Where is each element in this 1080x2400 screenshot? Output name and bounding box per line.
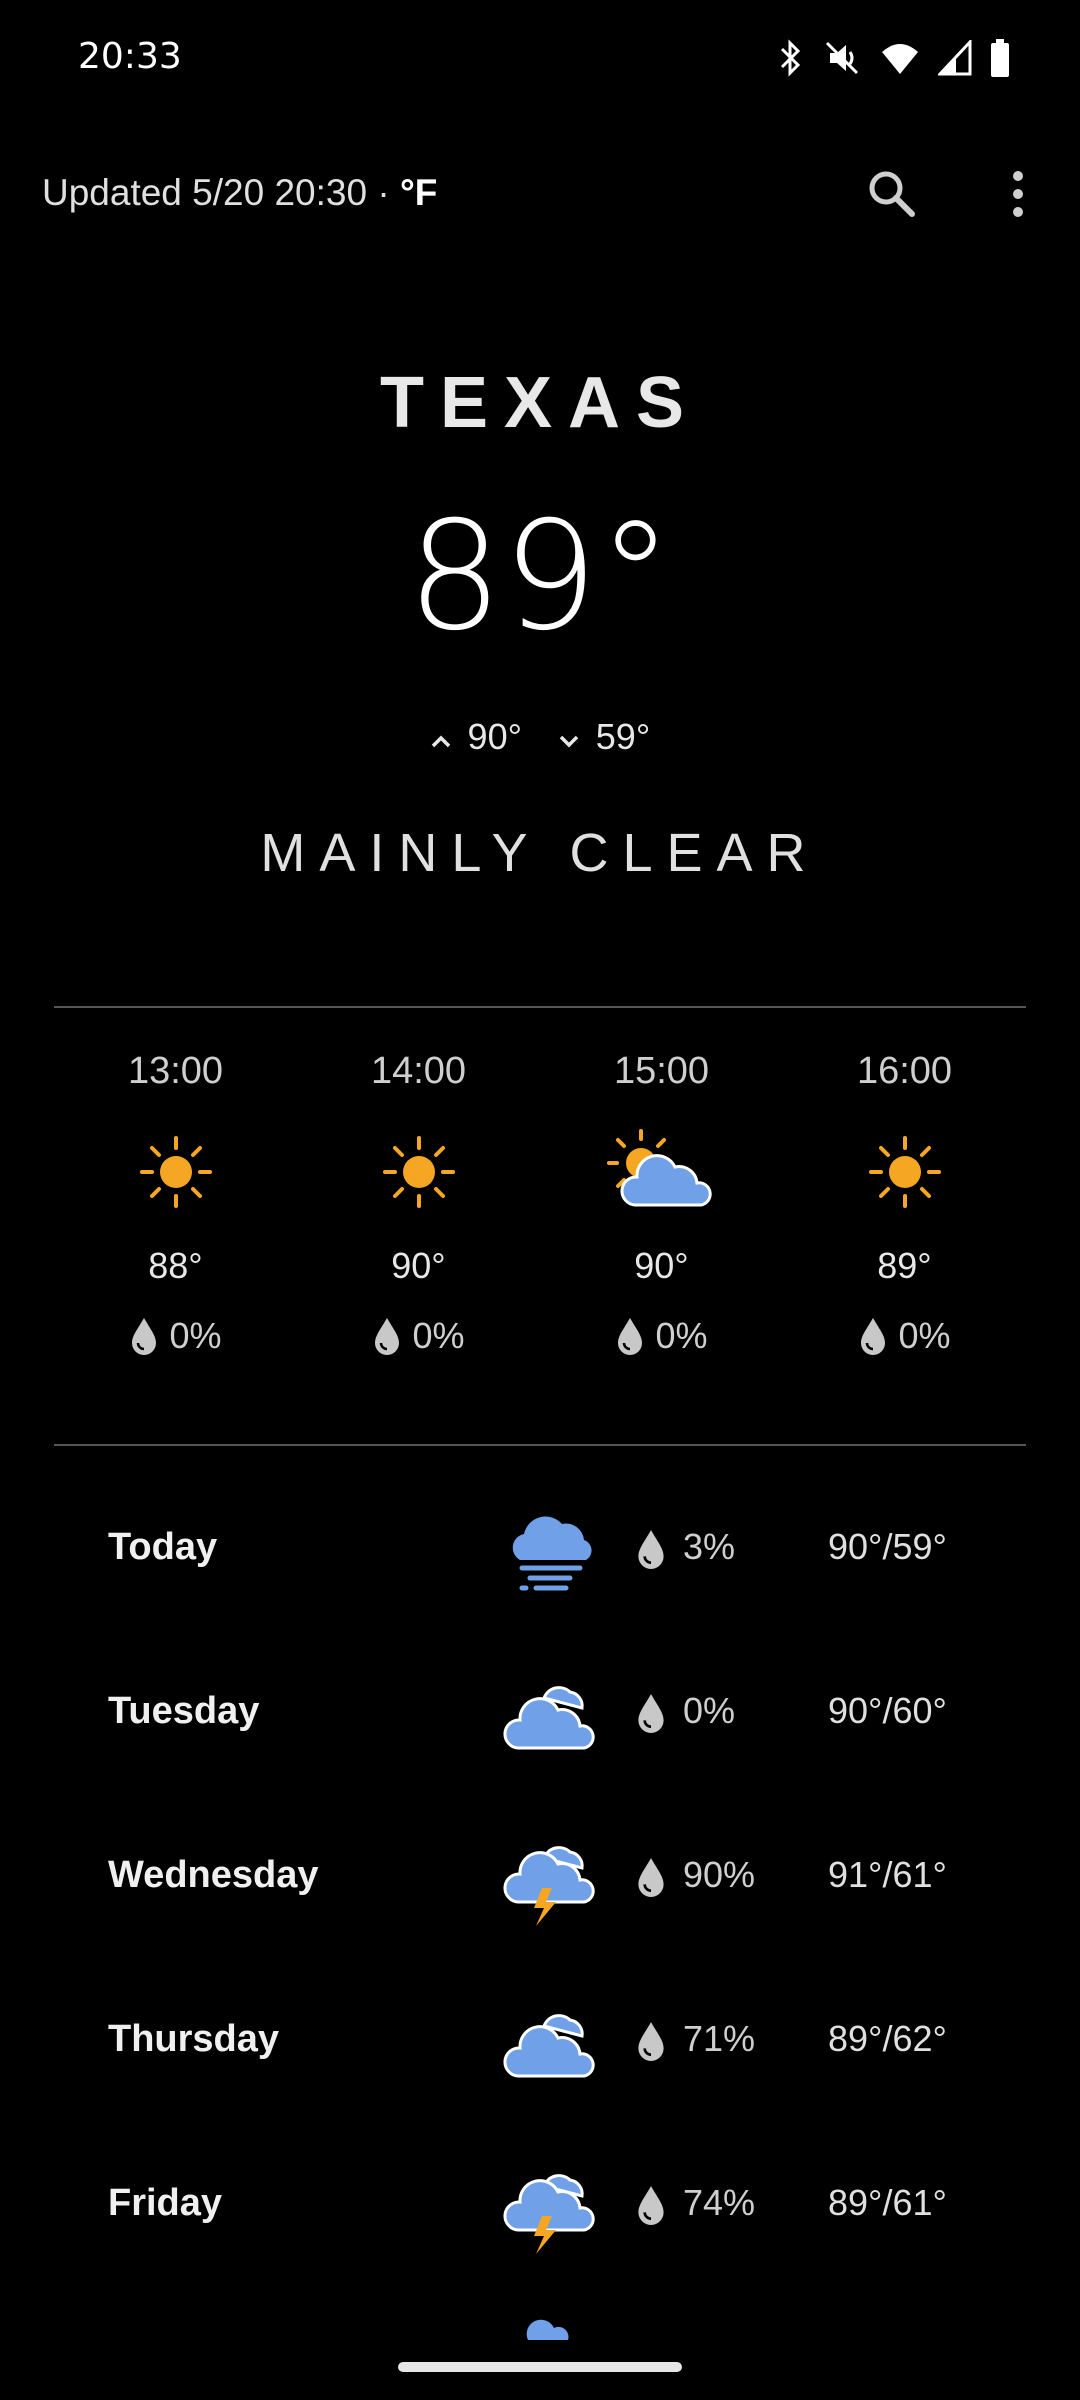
hour-time: 16:00 [856, 1050, 953, 1092]
fog-icon [512, 1516, 592, 1591]
hourly-item: 16:00 89° 0% [783, 1050, 1026, 1410]
hourly-forecast[interactable]: 13:00 88° 0% 14:00 90° 0% 15:00 90° 0% 1… [54, 1050, 1026, 1410]
city-name: TEXAS [379, 363, 701, 443]
more-vert-icon [1013, 171, 1023, 217]
high-temp-value: 90° [467, 716, 522, 757]
raindrop-icon [638, 2022, 664, 2061]
day-rain: 74% [683, 2182, 756, 2223]
status-bar: 20:33 [0, 0, 1080, 120]
chevron-up-icon [430, 724, 460, 755]
gesture-home-bar[interactable] [398, 2362, 682, 2372]
hour-rain: 0% [540, 1315, 783, 1357]
raindrop-icon [638, 1694, 664, 1733]
day-name: Thursday [108, 2018, 280, 2060]
day-temps: 90°/59° [828, 1526, 947, 1567]
daily-row-friday[interactable]: Friday 74% 89°/61° [0, 2146, 1080, 2310]
hourly-item: 14:00 90° 0% [297, 1050, 540, 1410]
status-icons [778, 36, 1010, 80]
hour-temp: 90° [634, 1245, 689, 1286]
bluetooth-icon [778, 38, 804, 78]
top-app-bar: Updated 5/20 20:30 · °F [0, 150, 1080, 240]
wifi-icon [880, 40, 920, 76]
search-button[interactable] [864, 166, 920, 222]
day-name: Tuesday [108, 1690, 260, 1732]
overflow-menu-button[interactable] [1000, 166, 1036, 222]
hourly-item: 15:00 90° 0% [540, 1050, 783, 1410]
day-rain: 0% [683, 1690, 736, 1731]
day-name: Today [108, 1526, 218, 1568]
day-rain: 3% [683, 1526, 736, 1567]
current-temperature: 89° [407, 490, 673, 664]
hour-time: 13:00 [127, 1050, 224, 1092]
high-temp: 90° [430, 716, 522, 758]
day-temps: 91°/61° [828, 1854, 947, 1895]
raindrop-icon [132, 1318, 157, 1355]
raindrop-icon [638, 1530, 664, 1569]
sun-icon [868, 1136, 941, 1208]
hour-rain-value: 0% [655, 1315, 708, 1356]
updated-text: Updated 5/20 20:30 · °F [42, 172, 437, 214]
status-time: 20:33 [78, 36, 182, 77]
battery-icon [990, 38, 1010, 78]
mute-icon [822, 38, 862, 78]
divider [54, 1006, 1026, 1008]
day-temps: 89°/62° [828, 2018, 947, 2059]
high-low: 90° 59° [0, 716, 1080, 758]
hour-rain-value: 0% [898, 1315, 951, 1356]
cloud-icon [503, 1686, 595, 1750]
sun-icon [382, 1136, 455, 1208]
divider [54, 1444, 1026, 1446]
low-temp: 59° [558, 716, 650, 758]
day-temps: 89°/61° [828, 2182, 947, 2223]
day-temps: 90°/60° [828, 1690, 947, 1731]
day-rain: 71% [683, 2018, 756, 2059]
raindrop-icon [618, 1318, 643, 1355]
daily-row-tuesday[interactable]: Tuesday 0% 90°/60° [0, 1654, 1080, 1818]
current-condition: MAINLY CLEAR [260, 823, 820, 883]
hour-temp: 88° [148, 1245, 203, 1286]
chevron-down-icon [558, 724, 588, 755]
unit-toggle[interactable]: °F [400, 172, 437, 213]
day-name: Friday [108, 2182, 223, 2224]
hour-time: 14:00 [370, 1050, 467, 1092]
partly-cloudy-icon [606, 1129, 712, 1207]
daily-row-wednesday[interactable]: Wednesday 90% 91°/61° [0, 1818, 1080, 1982]
low-temp-value: 59° [595, 716, 651, 757]
signal-icon [938, 40, 972, 76]
cloud-icon [503, 2014, 595, 2078]
daily-row-thursday[interactable]: Thursday 71% 89°/62° [0, 1982, 1080, 2146]
hour-temp: 89° [877, 1245, 932, 1286]
thunderstorm-icon [503, 1846, 595, 1926]
raindrop-icon [638, 1858, 664, 1897]
hour-rain-value: 0% [412, 1315, 465, 1356]
hour-rain-value: 0% [169, 1315, 222, 1356]
hourly-item: 13:00 88° 0% [54, 1050, 297, 1410]
day-rain: 90% [683, 1854, 756, 1895]
daily-forecast[interactable]: Today 3% 90°/59° Tuesday 0% 90°/60° Wedn… [0, 1490, 1080, 2310]
updated-label: Updated 5/20 20:30 · [42, 172, 400, 213]
hour-temp: 90° [391, 1245, 446, 1286]
partial-cloud-icon [526, 2319, 569, 2340]
thunderstorm-icon [503, 2174, 595, 2254]
raindrop-icon [638, 2186, 664, 2225]
sun-icon [139, 1136, 212, 1208]
daily-row-today[interactable]: Today 3% 90°/59° [0, 1490, 1080, 1654]
hour-time: 15:00 [613, 1050, 710, 1092]
day-name: Wednesday [108, 1854, 319, 1896]
raindrop-icon [861, 1318, 886, 1355]
hour-rain: 0% [783, 1315, 1026, 1357]
raindrop-icon [375, 1318, 400, 1355]
hour-rain: 0% [297, 1315, 540, 1357]
hour-rain: 0% [54, 1315, 297, 1357]
search-icon [869, 171, 915, 217]
